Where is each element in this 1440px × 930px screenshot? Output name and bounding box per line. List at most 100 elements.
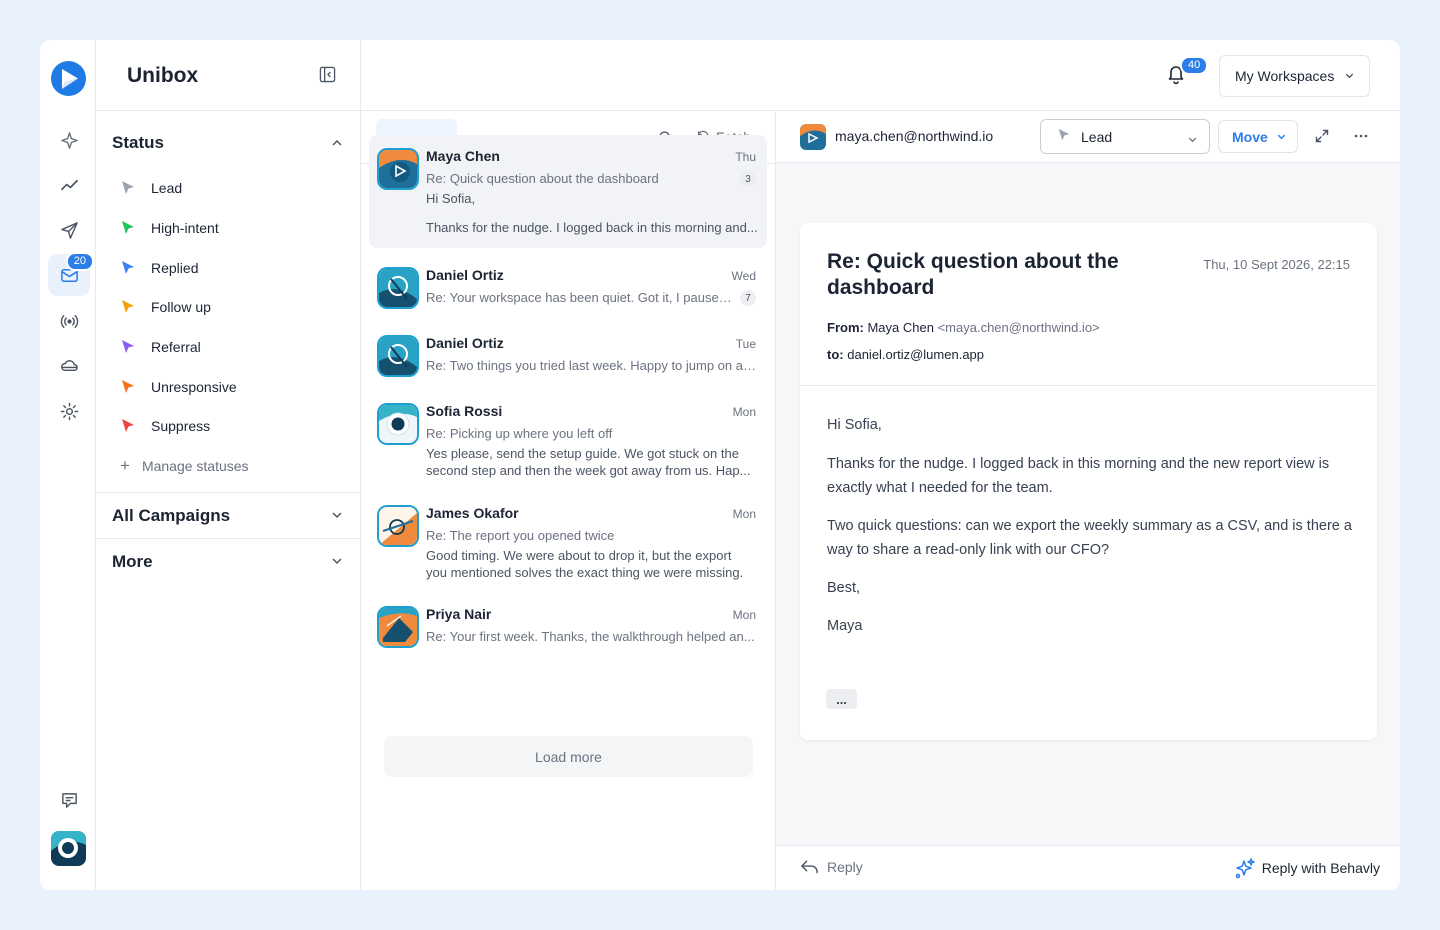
avatar[interactable] <box>51 831 86 866</box>
email-sender: Sofia Rossi <box>426 403 503 419</box>
cursor-arrow-icon <box>120 220 136 236</box>
email-day: Mon <box>732 405 756 419</box>
cursor-arrow-icon <box>120 418 136 434</box>
email-subject: Re: Quick question about the dashboard <box>426 171 659 186</box>
from-label: From: <box>827 320 864 335</box>
icon-rail: 20 <box>40 40 96 890</box>
status-item-suppress[interactable]: Suppress <box>120 414 210 438</box>
collapse-sidebar-icon[interactable] <box>319 66 336 88</box>
reply-button[interactable]: Reply <box>800 859 863 875</box>
chevron-down-icon[interactable] <box>330 554 344 573</box>
sender-avatar <box>377 606 419 648</box>
email-subject: Re: Two things you tried last week. Happ… <box>426 358 756 373</box>
chevron-down-icon[interactable] <box>330 508 344 527</box>
email-list-item[interactable]: Sofia Rossi Mon Re: Picking up where you l… <box>369 390 767 484</box>
cloud-icon[interactable] <box>48 345 90 387</box>
from-name: Maya Chen <box>867 320 934 335</box>
sender-avatar <box>377 403 419 445</box>
send-icon[interactable] <box>48 209 90 251</box>
email-sender: Priya Nair <box>426 606 492 622</box>
email-body-signature: Maya <box>827 618 863 634</box>
status-item-unresponsive[interactable]: Unresponsive <box>120 375 237 399</box>
sender-avatar <box>377 148 419 190</box>
email-day: Wed <box>731 269 756 283</box>
status-label: Follow up <box>151 299 211 315</box>
status-item-referral[interactable]: Referral <box>120 335 201 359</box>
manage-statuses-label: Manage statuses <box>141 458 249 474</box>
app-window: 20 Unibox Status Lead High-intent Replie… <box>40 40 1400 890</box>
status-item-replied[interactable]: Replied <box>120 256 198 280</box>
show-quoted-button[interactable]: ... <box>826 689 857 709</box>
status-label: High-intent <box>151 220 219 236</box>
email-body-signoff: Best, <box>827 580 861 596</box>
analytics-icon[interactable] <box>48 164 90 206</box>
detail-header: maya.chen@northwind.io Lead Move <box>776 111 1400 163</box>
workspace-selector[interactable]: My Workspaces <box>1219 55 1370 97</box>
email-list-item[interactable]: Priya Nair Mon Re: Your first week. Thanks… <box>369 593 767 653</box>
reply-with-ai-button[interactable]: Reply with Behavly <box>1234 857 1380 879</box>
email-preview: Yes please, send the setup guide. We got… <box>426 446 739 461</box>
status-label: Suppress <box>151 418 211 434</box>
email-day: Thu <box>735 150 756 164</box>
email-body-paragraph: Thanks for the nudge. I logged back in t… <box>827 456 1330 496</box>
email-from: From: Maya Chen <maya.chen@northwind.io> <box>827 320 1100 335</box>
status-select-value: Lead <box>1081 128 1113 145</box>
status-section-title[interactable]: Status <box>112 133 164 153</box>
sender-avatar <box>377 505 419 547</box>
status-item-follow-up[interactable]: Follow up <box>120 295 211 319</box>
move-button[interactable]: Move <box>1218 120 1298 153</box>
status-item-lead[interactable]: Lead <box>120 176 182 200</box>
email-preview: second step and then the week got away f… <box>426 463 751 478</box>
expand-icon[interactable] <box>1314 128 1330 149</box>
brand-logo[interactable] <box>51 61 86 96</box>
sender-avatar <box>377 335 419 377</box>
status-label: Lead <box>151 180 183 196</box>
reply-with-ai-label: Reply with Behavly <box>1261 860 1380 876</box>
cursor-arrow-icon <box>120 260 136 276</box>
email-subject: Re: Your workspace has been quiet. Got i… <box>426 290 732 305</box>
reply-icon <box>801 860 818 874</box>
workspace-label: My Workspaces <box>1235 68 1335 84</box>
inbox-badge: 20 <box>65 252 94 271</box>
email-list-item[interactable]: Daniel Ortiz Tue Re: Two things you tried … <box>369 322 767 382</box>
email-card: Re: Quick question about the dashboard T… <box>800 223 1377 740</box>
to-label: to: <box>827 347 844 362</box>
notification-badge: 40 <box>1180 56 1209 75</box>
more-options-icon[interactable] <box>1353 128 1369 149</box>
email-day: Mon <box>732 507 756 521</box>
broadcast-icon[interactable] <box>48 300 90 342</box>
status-select[interactable]: Lead <box>1040 119 1210 154</box>
campaigns-section-title[interactable]: All Campaigns <box>112 506 230 526</box>
divider <box>800 385 1377 386</box>
sparkle-icon[interactable] <box>48 119 90 161</box>
manage-statuses-link[interactable]: + Manage statuses <box>120 456 249 476</box>
cursor-arrow-icon <box>1057 128 1071 145</box>
status-label: Unresponsive <box>151 379 237 395</box>
sender-avatar <box>377 267 419 309</box>
move-label: Move <box>1232 128 1268 145</box>
chevron-up-icon[interactable] <box>330 136 344 155</box>
reply-label: Reply <box>827 859 863 875</box>
to-address: daniel.ortiz@lumen.app <box>847 347 985 362</box>
status-item-high-intent[interactable]: High-intent <box>120 216 219 240</box>
email-preview: you mentioned solves the exact thing we … <box>426 565 744 580</box>
email-list-item[interactable]: Maya Chen Thu Re: Quick question about the… <box>369 135 767 248</box>
email-list-item[interactable]: Daniel Ortiz Wed Re: Your workspace has be… <box>369 254 767 314</box>
more-section-title[interactable]: More <box>112 552 153 572</box>
chat-icon[interactable] <box>48 779 90 821</box>
sparkles-icon <box>1235 858 1255 879</box>
load-more-button[interactable]: Load more <box>384 736 753 777</box>
email-day: Mon <box>732 608 756 622</box>
email-list-item[interactable]: James Okafor Mon Re: The report you opened… <box>369 492 767 586</box>
email-list-panel: Primary Others Fetch Maya ChenThuRe: Qui… <box>361 111 776 890</box>
email-subject: Re: Your first week. Thanks, the walkthr… <box>426 629 755 644</box>
email-sender: Daniel Ortiz <box>426 335 504 351</box>
gear-icon[interactable] <box>48 390 90 432</box>
inbox-icon[interactable]: 20 <box>48 252 94 296</box>
cursor-arrow-icon <box>120 379 136 395</box>
thread-count-badge: 3 <box>740 171 756 187</box>
reply-bar: Reply Reply with Behavly <box>776 845 1400 890</box>
chevron-down-icon <box>1276 129 1287 145</box>
chevron-down-icon <box>1344 68 1355 84</box>
cursor-arrow-icon <box>120 299 136 315</box>
